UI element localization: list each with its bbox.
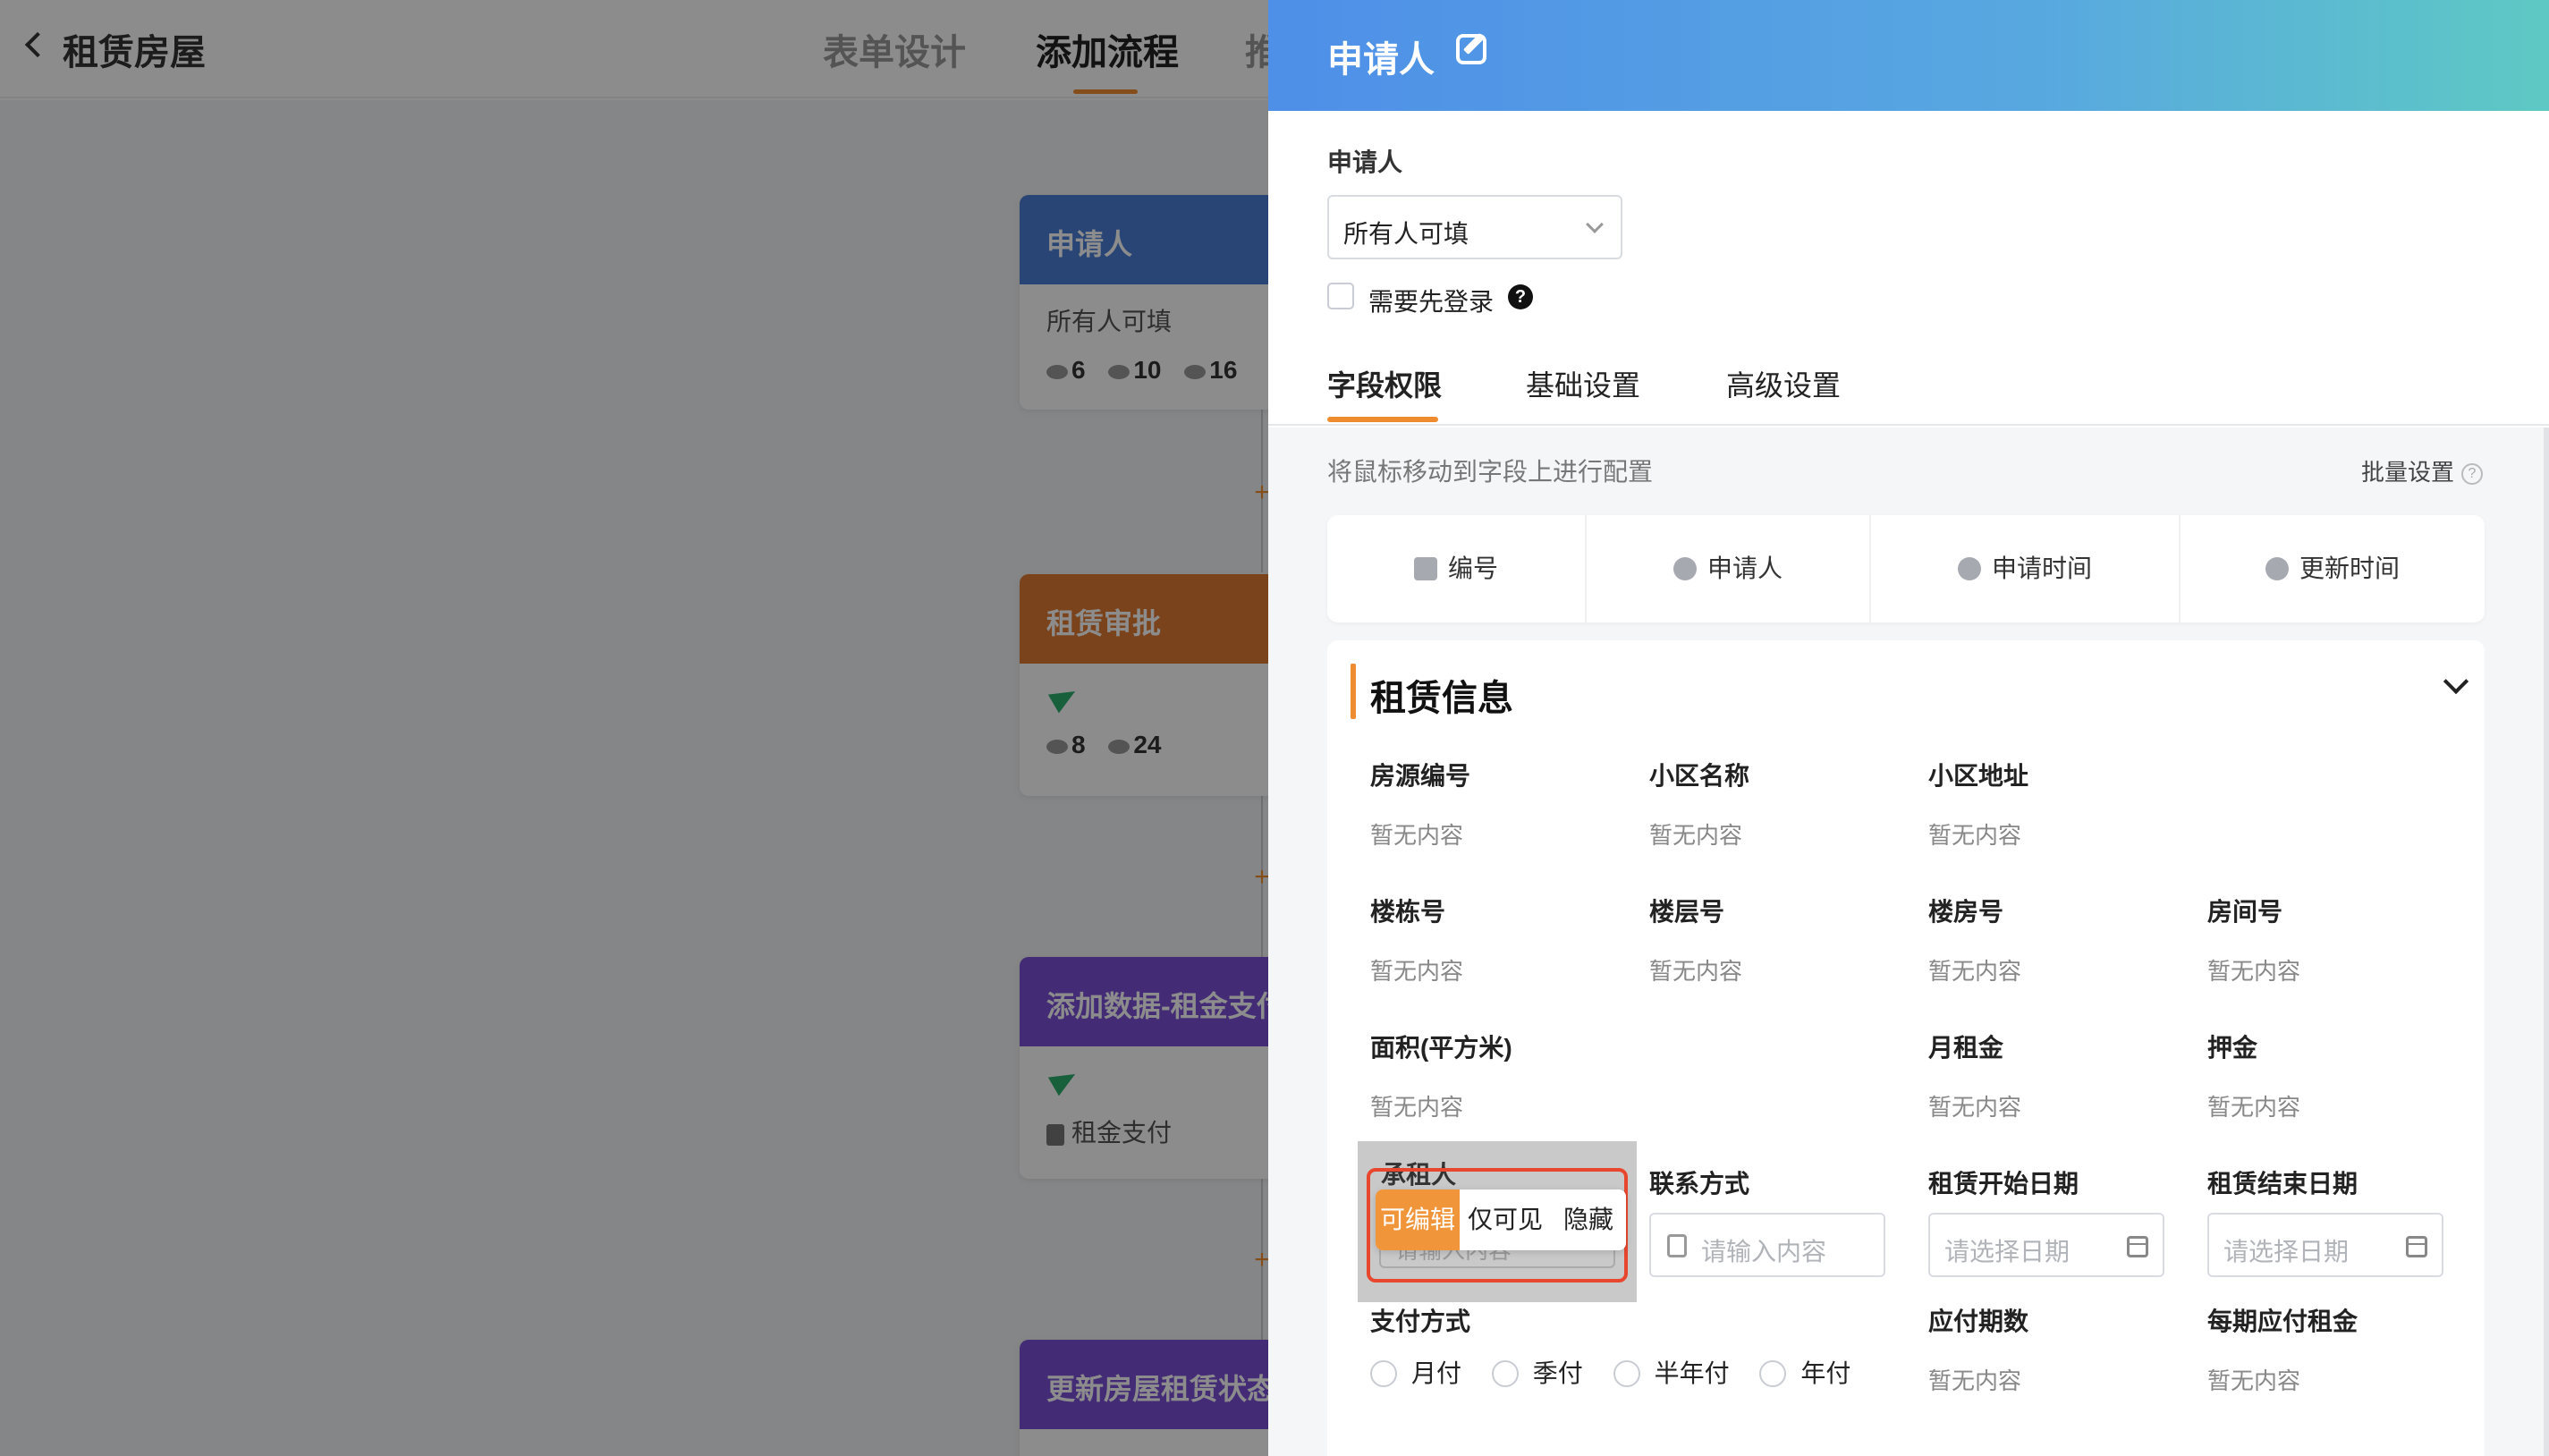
field-room[interactable]: 房间号 暂无内容 [2207, 893, 2476, 986]
field-house-no[interactable]: 房源编号 暂无内容 [1370, 757, 1639, 851]
node-settings-drawer: 申请人 申请人 所有人可填 需要先登录 ? 字段权限 基础设置 高级设置 将鼠标… [1268, 0, 2549, 1456]
drawer-header: 申请人 [1268, 0, 2549, 111]
calendar-icon [2406, 1236, 2427, 1257]
active-tab-indicator [1327, 417, 1438, 422]
radio-yearly[interactable]: 年付 [1759, 1354, 1850, 1390]
clock-icon [1957, 556, 1981, 580]
field-unit[interactable]: 楼房号 暂无内容 [1928, 893, 2197, 986]
login-required-label[interactable]: 需要先登录 [1368, 283, 1494, 318]
permission-popover: 可编辑 仅可见 隐藏 [1367, 1168, 1628, 1282]
field-permission-panel: 将鼠标移动到字段上进行配置 批量设置? 编号 申请人 申请时间 更新时间 租赁信… [1268, 427, 2549, 1456]
field-address[interactable]: 小区地址 暂无内容 [1928, 757, 2197, 851]
tab-advanced-settings[interactable]: 高级设置 [1726, 363, 1841, 404]
modal-overlay[interactable] [0, 0, 1270, 1456]
chevron-down-icon [1586, 216, 1604, 233]
field-contact[interactable]: 联系方式 [1649, 1164, 1918, 1200]
field-tenant[interactable]: 承租人 请输入内容 可编辑 仅可见 隐藏 [1358, 1141, 1637, 1302]
permission-view-only[interactable]: 仅可见 [1460, 1189, 1551, 1250]
batch-settings-button[interactable]: 批量设置? [2361, 454, 2483, 487]
system-field-apply-time[interactable]: 申请时间 [1871, 515, 2179, 622]
permission-segmented-control: 可编辑 仅可见 隐藏 [1376, 1189, 1626, 1250]
field-community[interactable]: 小区名称 暂无内容 [1649, 757, 1918, 851]
calendar-icon [2127, 1236, 2148, 1257]
radio-half-year[interactable]: 半年付 [1613, 1354, 1730, 1390]
config-hint: 将鼠标移动到字段上进行配置 [1327, 458, 1654, 486]
system-field-update-time[interactable]: 更新时间 [2181, 515, 2485, 622]
contact-input[interactable]: 请输入内容 [1649, 1213, 1885, 1277]
group-title: 租赁信息 [1370, 679, 1513, 718]
field-building[interactable]: 楼栋号 暂无内容 [1370, 893, 1639, 986]
permission-editable[interactable]: 可编辑 [1376, 1189, 1460, 1250]
update-clock-icon [2265, 556, 2289, 580]
end-date-picker[interactable]: 请选择日期 [2207, 1213, 2443, 1277]
radio-monthly[interactable]: 月付 [1370, 1354, 1461, 1390]
login-required-checkbox[interactable] [1327, 283, 1354, 309]
system-field-number[interactable]: 编号 [1327, 515, 1585, 622]
chevron-down-icon[interactable] [2443, 668, 2469, 695]
tab-basic-settings[interactable]: 基础设置 [1526, 363, 1640, 404]
settings-tabs: 字段权限 基础设置 高级设置 [1268, 363, 2549, 426]
field-rent[interactable]: 月租金 暂无内容 [1928, 1029, 2197, 1122]
scrollbar[interactable] [2544, 427, 2549, 1456]
rental-info-group: 租赁信息 房源编号 暂无内容 小区名称 暂无内容 小区地址 暂无内容 楼栋号 暂无内容 … [1327, 640, 2485, 1456]
start-date-picker[interactable]: 请选择日期 [1928, 1213, 2164, 1277]
system-field-applicant[interactable]: 申请人 [1587, 515, 1869, 622]
field-pay-method[interactable]: 支付方式 [1370, 1302, 1639, 1338]
help-icon[interactable]: ? [1508, 284, 1533, 309]
field-floor[interactable]: 楼层号 暂无内容 [1649, 893, 1918, 986]
phone-icon [1667, 1234, 1687, 1257]
field-per-rent[interactable]: 每期应付租金 暂无内容 [2207, 1302, 2476, 1396]
field-start-date[interactable]: 租赁开始日期 [1928, 1164, 2197, 1200]
help-icon[interactable]: ? [2461, 463, 2483, 486]
radio-quarterly[interactable]: 季付 [1491, 1354, 1583, 1390]
tab-field-permission[interactable]: 字段权限 [1327, 363, 1442, 404]
field-area[interactable]: 面积(平方米) 暂无内容 [1370, 1029, 1639, 1122]
permission-hidden[interactable]: 隐藏 [1551, 1189, 1626, 1250]
field-periods[interactable]: 应付期数 暂无内容 [1928, 1302, 2197, 1396]
id-card-icon [1413, 556, 1437, 580]
system-fields-card: 编号 申请人 申请时间 更新时间 [1327, 515, 2485, 622]
pay-method-radio-group: 月付 季付 半年付 年付 [1370, 1354, 1874, 1390]
edit-title-icon[interactable] [1456, 34, 1486, 64]
field-end-date[interactable]: 租赁结束日期 [2207, 1164, 2476, 1200]
person-icon [1673, 556, 1697, 580]
fill-scope-select[interactable]: 所有人可填 [1327, 195, 1622, 259]
group-accent-bar [1351, 664, 1356, 719]
drawer-title: 申请人 [1327, 40, 1435, 80]
applicant-label: 申请人 [1327, 148, 1403, 176]
field-deposit[interactable]: 押金 暂无内容 [2207, 1029, 2476, 1122]
